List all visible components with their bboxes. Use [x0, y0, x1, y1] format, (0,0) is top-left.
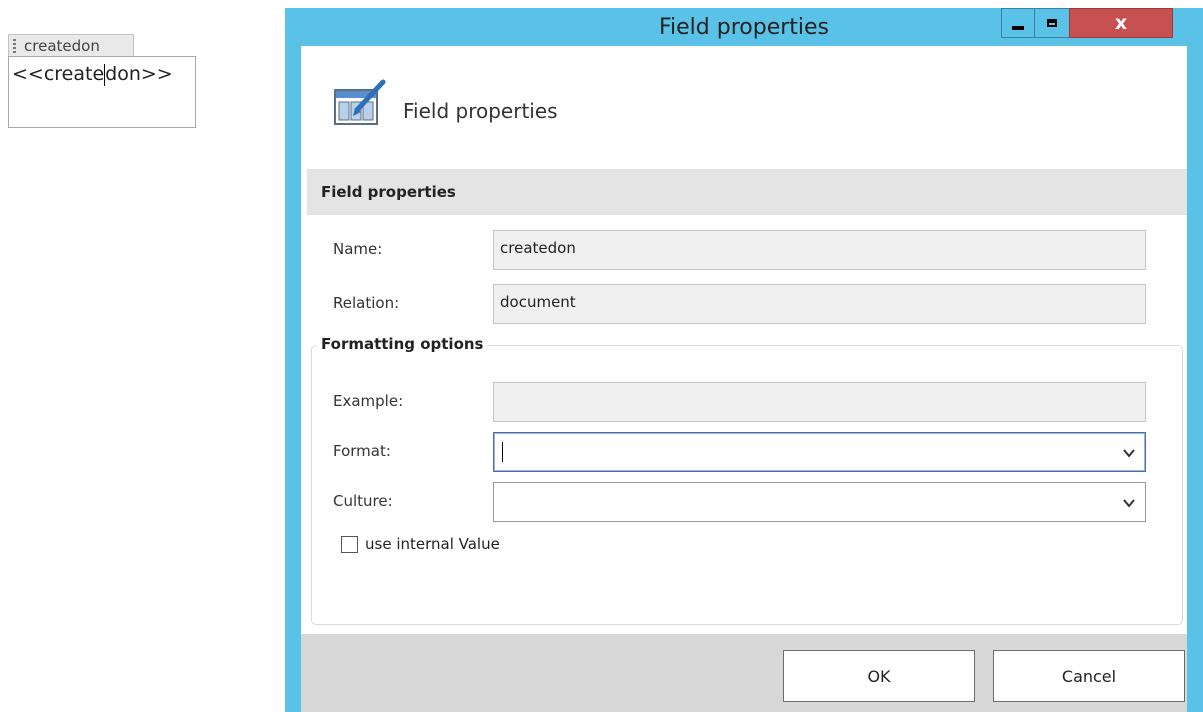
close-icon: x: [1114, 12, 1128, 34]
name-label: Name:: [333, 240, 383, 258]
close-button[interactable]: x: [1069, 8, 1173, 38]
formatting-options-legend: Formatting options: [317, 335, 488, 353]
culture-combobox[interactable]: [493, 482, 1146, 522]
content-control-text-after: don>>: [105, 63, 173, 85]
relation-field[interactable]: document: [493, 284, 1146, 324]
example-label: Example:: [333, 392, 404, 410]
format-label: Format:: [333, 442, 391, 460]
content-control-box[interactable]: <<createdon>>: [8, 56, 196, 128]
maximize-icon: [1047, 19, 1057, 27]
minimize-icon: [1012, 26, 1024, 30]
dialog-footer: OK Cancel: [301, 634, 1187, 712]
ok-button[interactable]: OK: [783, 650, 975, 702]
section-header: Field properties: [307, 169, 1187, 215]
grip-icon[interactable]: [13, 38, 21, 53]
table-edit-icon: [334, 79, 386, 125]
input-caret: [502, 442, 503, 462]
example-field[interactable]: [493, 382, 1146, 422]
dialog-client-area: Field properties Field properties Name: …: [301, 46, 1187, 712]
content-control-text-before: <<create: [12, 63, 105, 85]
content-control-tag-label: createdon: [24, 36, 100, 55]
culture-label: Culture:: [333, 492, 393, 510]
header-title: Field properties: [403, 99, 558, 123]
chevron-down-icon[interactable]: [1123, 497, 1135, 509]
use-internal-value-label[interactable]: use internal Value: [365, 535, 500, 553]
name-field[interactable]: createdon: [493, 230, 1146, 270]
cancel-button[interactable]: Cancel: [993, 650, 1185, 702]
maximize-button[interactable]: [1034, 8, 1070, 38]
use-internal-value-checkbox[interactable]: [341, 536, 358, 553]
content-control-tag[interactable]: createdon: [8, 34, 134, 56]
format-combobox[interactable]: [493, 432, 1146, 472]
section-title: Field properties: [321, 183, 456, 201]
field-properties-window: Field properties x Field properties Fiel…: [285, 8, 1203, 712]
chevron-down-icon[interactable]: [1123, 447, 1135, 459]
titlebar[interactable]: Field properties x: [285, 8, 1203, 46]
relation-label: Relation:: [333, 294, 400, 312]
minimize-button[interactable]: [1001, 8, 1035, 38]
